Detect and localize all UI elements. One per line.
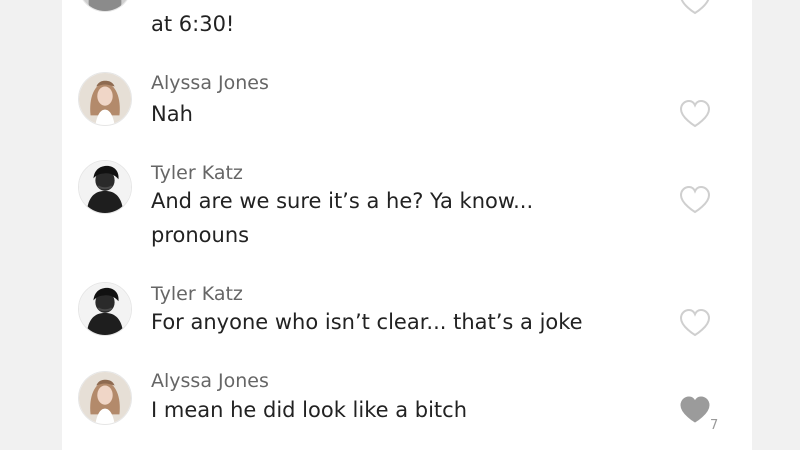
avatar-image (79, 372, 131, 424)
screenshot-frame: at 6:30! Alyssa Jones Nah Tyler Katz And… (0, 0, 800, 450)
comment-author[interactable]: Tyler Katz (151, 283, 243, 305)
like-button[interactable] (678, 99, 712, 129)
avatar-image (79, 73, 131, 125)
like-button[interactable] (678, 395, 712, 425)
like-button[interactable] (678, 185, 712, 215)
avatar-image (79, 161, 131, 213)
comment-text: at 6:30! (151, 12, 235, 36)
comment-author[interactable]: Alyssa Jones (151, 72, 269, 94)
heart-filled-icon (680, 396, 710, 423)
heart-outline-icon (679, 185, 711, 214)
avatar[interactable] (78, 0, 132, 12)
heart-outline-icon (680, 0, 710, 15)
comment-text: Nah (151, 102, 193, 126)
comment-author[interactable]: Tyler Katz (151, 162, 243, 184)
avatar[interactable] (78, 371, 132, 425)
like-count: 7 (710, 418, 719, 433)
avatar[interactable] (78, 160, 132, 214)
comment-text-line-2: pronouns (151, 223, 250, 247)
comment-text: I mean he did look like a bitch (151, 398, 468, 422)
avatar-image (79, 283, 131, 335)
heart-outline-icon (679, 99, 711, 128)
like-button[interactable] (678, 308, 712, 338)
comments-panel: at 6:30! Alyssa Jones Nah Tyler Katz And… (62, 0, 752, 450)
heart-outline-icon (679, 308, 711, 337)
avatar[interactable] (78, 282, 132, 336)
comment-text: And are we sure it’s a he? Ya know... (151, 189, 534, 213)
avatar[interactable] (78, 72, 132, 126)
avatar-image (79, 0, 131, 11)
like-button[interactable] (678, 0, 712, 16)
comment-author[interactable]: Alyssa Jones (151, 370, 269, 392)
comment-text: For anyone who isn’t clear... that’s a j… (151, 310, 583, 334)
